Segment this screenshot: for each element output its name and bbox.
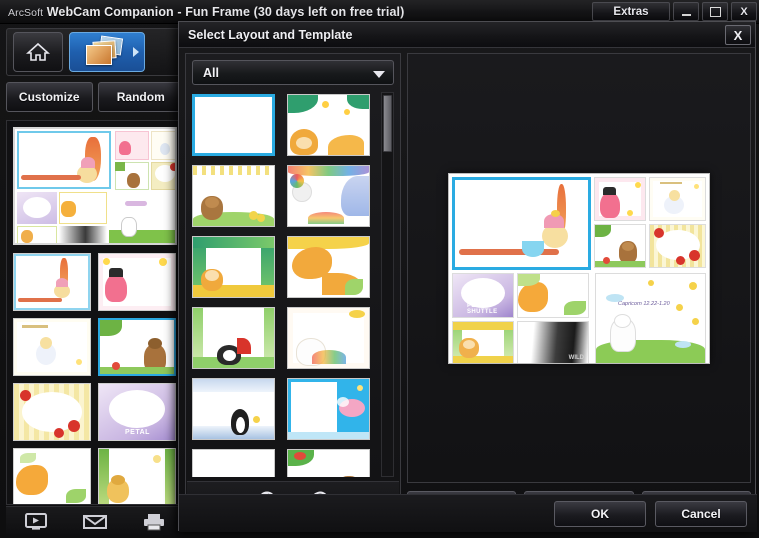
dialog-close-button[interactable]: X <box>725 25 751 45</box>
list-item[interactable] <box>98 318 176 376</box>
list-item[interactable] <box>98 253 176 311</box>
list-item[interactable] <box>13 253 91 311</box>
dialog-titlebar: Select Layout and Template X <box>179 22 755 48</box>
preview-cell[interactable]: WILD <box>517 320 589 363</box>
email-button[interactable] <box>80 510 110 534</box>
template-grid <box>192 92 396 477</box>
category-filter-dropdown[interactable]: All <box>192 60 394 85</box>
extras-button[interactable]: Extras <box>592 2 670 21</box>
dialog-title: Select Layout and Template <box>188 27 353 42</box>
print-icon <box>144 513 165 530</box>
template-item[interactable] <box>192 378 275 440</box>
left-action-row: Customize Random <box>6 82 184 114</box>
left-toolbar <box>6 28 184 76</box>
template-item[interactable] <box>287 236 370 298</box>
preview-caption: Capricorn 12.22-1.20 <box>618 300 670 307</box>
chevron-down-icon <box>373 71 385 78</box>
template-item[interactable] <box>192 94 275 156</box>
template-item[interactable] <box>287 378 370 440</box>
ok-button[interactable]: OK <box>554 500 646 527</box>
left-thumbnail-list[interactable]: PETAL <box>6 120 184 505</box>
cancel-button[interactable]: Cancel <box>655 500 747 527</box>
preview-cell[interactable]: PETAL SHUTTLE <box>452 272 514 318</box>
photo-album-button[interactable] <box>69 32 145 72</box>
template-item[interactable] <box>287 165 370 227</box>
home-icon <box>26 42 50 61</box>
template-grid-viewport[interactable] <box>192 92 396 477</box>
list-item[interactable]: PETAL <box>98 383 176 441</box>
preview-cell[interactable] <box>452 176 591 270</box>
page-title: ArcSoft WebCam Companion - Fun Frame (30… <box>0 5 404 19</box>
print-button[interactable] <box>139 510 169 534</box>
left-thumbnail-grid: PETAL <box>7 245 183 504</box>
chevron-right-icon <box>133 47 139 57</box>
list-item[interactable] <box>98 448 176 504</box>
select-layout-dialog: Select Layout and Template X All PETAL S… <box>178 21 757 532</box>
email-icon <box>82 514 107 529</box>
close-button[interactable]: X <box>731 2 757 21</box>
list-item[interactable] <box>13 318 91 376</box>
layout-preview-panel: PETAL SHUTTLE WILD Capricorn 12.22-1.20 <box>407 53 751 483</box>
home-button[interactable] <box>13 32 63 72</box>
preview-cell[interactable] <box>594 176 646 221</box>
preview-cell[interactable] <box>594 223 646 268</box>
template-item[interactable] <box>287 94 370 156</box>
preview-cell[interactable] <box>649 176 706 221</box>
slideshow-button[interactable] <box>21 510 51 534</box>
app-name-label: WebCam Companion <box>46 4 174 19</box>
list-item[interactable] <box>13 448 91 504</box>
scrollbar-thumb[interactable] <box>383 95 392 152</box>
photo-album-icon <box>84 35 130 67</box>
random-button-left[interactable]: Random <box>97 82 184 112</box>
template-item[interactable] <box>287 449 370 477</box>
preview-cell[interactable] <box>649 223 706 268</box>
application-root: ArcSoft WebCam Companion - Fun Frame (30… <box>0 0 759 538</box>
category-filter-value: All <box>203 65 219 80</box>
preview-cell[interactable] <box>452 320 514 363</box>
dialog-footer: OK Cancel <box>179 494 757 532</box>
template-item[interactable] <box>287 307 370 369</box>
dialog-body: All PETAL SHUTTLE WILD Capricorn 12.22-1… <box>179 48 757 532</box>
list-item[interactable] <box>13 383 91 441</box>
customize-button[interactable]: Customize <box>6 82 93 112</box>
preview-cell[interactable]: Capricorn 12.22-1.20 <box>595 272 706 363</box>
template-browser-panel: All <box>185 53 401 525</box>
window-controls: Extras X <box>592 2 757 21</box>
layout-preview[interactable]: PETAL SHUTTLE WILD Capricorn 12.22-1.20 <box>448 172 710 364</box>
list-item[interactable] <box>13 127 177 245</box>
template-item[interactable] <box>192 165 275 227</box>
slideshow-icon <box>24 513 47 530</box>
template-item[interactable] <box>192 449 275 477</box>
template-item[interactable] <box>192 236 275 298</box>
left-bottom-toolbar <box>6 506 184 536</box>
brand-label: ArcSoft <box>8 6 44 19</box>
title-suffix-label: - Fun Frame (30 days left on free trial) <box>177 4 405 19</box>
preview-caption: PETAL SHUTTLE <box>467 302 498 315</box>
maximize-button[interactable] <box>702 2 728 21</box>
minimize-button[interactable] <box>673 2 699 21</box>
template-scrollbar[interactable] <box>381 92 394 477</box>
template-item[interactable] <box>192 307 275 369</box>
preview-cell[interactable] <box>517 272 589 318</box>
